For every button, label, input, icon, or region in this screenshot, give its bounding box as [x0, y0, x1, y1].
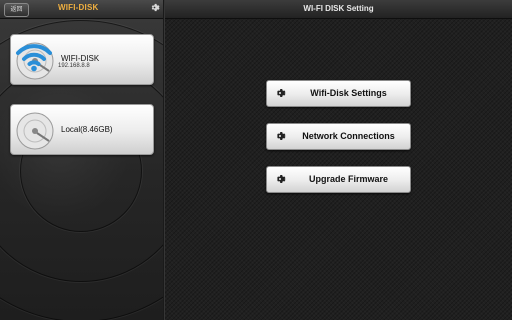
sidebar: 返回 WIFI-DISK WIFI-DISK 192.168.8.8 Local…	[0, 0, 163, 320]
main-panel: WI-FI DISK Setting Wifi-Disk Settings Ne…	[165, 0, 512, 320]
hard-disk-icon	[16, 112, 54, 150]
button-label: Wifi-Disk Settings	[310, 88, 387, 98]
sidebar-title: WIFI-DISK	[58, 3, 99, 12]
main-header: WI-FI DISK Setting	[165, 0, 512, 19]
back-button[interactable]: 返回	[4, 3, 29, 17]
wifi-disk-settings-button[interactable]: Wifi-Disk Settings	[266, 80, 411, 107]
gear-icon[interactable]	[149, 2, 160, 13]
network-connections-button[interactable]: Network Connections	[266, 123, 411, 150]
upgrade-firmware-button[interactable]: Upgrade Firmware	[266, 166, 411, 193]
gear-icon	[277, 89, 286, 97]
disk-name: WIFI-DISK	[61, 54, 100, 63]
wifi-icon	[16, 44, 52, 72]
disk-item-local[interactable]: Local(8.46GB)	[10, 104, 154, 155]
button-label: Network Connections	[302, 131, 395, 141]
button-label: Upgrade Firmware	[308, 174, 389, 184]
sidebar-header: 返回 WIFI-DISK	[0, 0, 163, 19]
gear-icon	[277, 175, 286, 183]
disk-name: Local(8.46GB)	[61, 125, 113, 134]
disk-ip: 192.168.8.8	[58, 63, 90, 69]
page-title: WI-FI DISK Setting	[303, 4, 374, 13]
gear-icon	[277, 132, 286, 140]
